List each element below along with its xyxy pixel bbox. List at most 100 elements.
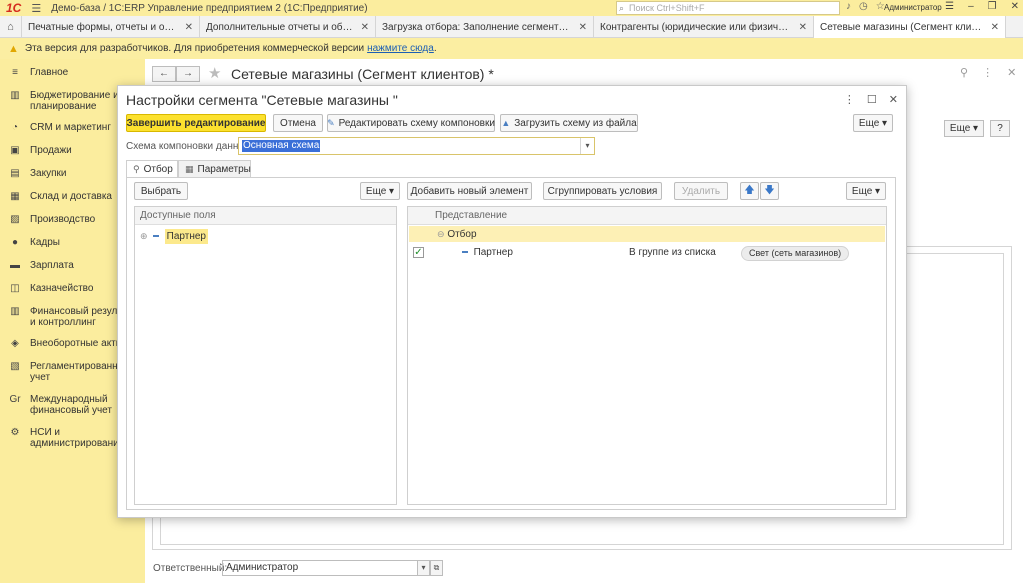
more-label: Еще — [949, 123, 971, 134]
restore-icon[interactable]: ❐ — [988, 1, 997, 12]
delete-button[interactable]: Удалить — [674, 182, 728, 200]
available-field-partner[interactable]: Партнер — [164, 229, 208, 244]
select-button[interactable]: Выбрать — [134, 182, 188, 200]
list-item[interactable]: ⊕ Партнер — [140, 229, 208, 244]
close-tab-icon[interactable]: ✕ — [579, 22, 587, 33]
move-up-button[interactable]: 🡅 — [740, 182, 759, 200]
filter-row-value[interactable]: Свет (сеть магазинов) — [741, 246, 850, 261]
main-menu-icon[interactable]: ☰ — [31, 2, 41, 15]
tab-print-forms[interactable]: Печатные формы, отчеты и обработки ✕ — [22, 16, 200, 38]
chevron-down-icon[interactable]: ▾ — [580, 138, 594, 154]
form-more-button[interactable]: Еще ▾ — [944, 120, 984, 137]
filter-group-label: Отбор — [447, 229, 477, 240]
sidebar-item-main[interactable]: ≡ Главное — [0, 67, 145, 78]
form-close-icon[interactable]: ✕ — [1007, 66, 1016, 79]
search-placeholder: Поиск Ctrl+Shift+F — [629, 3, 705, 13]
more-label: Еще — [851, 185, 873, 197]
user-name[interactable]: Администратор — [884, 3, 942, 12]
warning-icon: ▲ — [8, 42, 19, 55]
close-tab-icon[interactable]: ✕ — [991, 22, 999, 33]
global-search-input[interactable]: ⌕ Поиск Ctrl+Shift+F — [616, 1, 840, 15]
filter-row-field[interactable]: Партнер — [462, 247, 513, 258]
bell-icon[interactable]: ♪ — [846, 1, 851, 12]
dialog-controls: ⋮ ☐ ✕ — [844, 93, 898, 106]
group-conditions-button[interactable]: Сгруппировать условия — [543, 182, 662, 200]
home-icon[interactable]: ⌂ — [0, 16, 22, 38]
search-icon: ⌕ — [619, 3, 625, 13]
dev-version-banner: ▲ Эта версия для разработчиков. Для прио… — [0, 38, 1023, 59]
right-more-button[interactable]: Еще ▾ — [846, 182, 886, 200]
add-element-button[interactable]: Добавить новый элемент — [407, 182, 532, 200]
left-more-button[interactable]: Еще ▾ — [360, 182, 400, 200]
move-down-button[interactable]: 🡇 — [760, 182, 779, 200]
close-tab-icon[interactable]: ✕ — [799, 22, 807, 33]
finish-editing-button[interactable]: Завершить редактирование — [126, 114, 266, 132]
tab-label: Дополнительные отчеты и обработки — [206, 21, 355, 33]
dialog-title: Настройки сегмента "Сетевые магазины " — [126, 92, 398, 108]
history-icon[interactable]: ◷ — [859, 1, 868, 12]
sidebar-item-label: Главное — [30, 67, 69, 78]
titlebar-icons: ♪ ◷ ☆ — [846, 1, 885, 12]
close-tab-icon[interactable]: ✕ — [185, 22, 193, 33]
favorite-star-icon[interactable]: ★ — [208, 64, 221, 82]
dialog-close-icon[interactable]: ✕ — [889, 93, 898, 106]
banner-tail: . — [433, 43, 437, 54]
banner-link[interactable]: нажмите сюда — [367, 43, 434, 54]
filter-group-row[interactable]: ⊖ Отбор — [409, 226, 885, 242]
edit-icon: ✎ — [327, 117, 335, 128]
more-label: Еще — [858, 117, 880, 129]
tab-label: Параметры — [197, 163, 251, 175]
back-button[interactable]: ← — [152, 66, 176, 82]
dialog-maximize-icon[interactable]: ☐ — [867, 93, 877, 106]
settings-menu-icon[interactable]: ☰ — [945, 1, 954, 12]
schema-selected-value: Основная схема — [242, 140, 321, 152]
app-title: Демо-база / 1С:ERP Управление предприяти… — [51, 2, 368, 14]
expand-icon[interactable]: ⊕ — [140, 231, 148, 241]
more-actions-icon[interactable]: ⋮ — [982, 66, 993, 79]
edit-schema-button[interactable]: ✎ Редактировать схему компоновки — [327, 114, 495, 132]
form-title: Сетевые магазины (Сегмент клиентов) * — [231, 66, 494, 82]
help-button[interactable]: ? — [990, 120, 1010, 137]
link-icon[interactable]: ⚲ — [960, 66, 968, 79]
more-label: Еще — [365, 185, 387, 197]
filter-row-checkbox[interactable]: ✓ — [413, 247, 424, 258]
close-icon[interactable]: ✕ — [1011, 1, 1019, 12]
responsible-open-button[interactable]: ⧉ — [430, 560, 443, 576]
dialog-more-button[interactable]: Еще ▾ — [853, 114, 893, 132]
tab-counterparties[interactable]: Контрагенты (юридические или физические … — [594, 16, 814, 38]
tab-chain-stores[interactable]: Сетевые магазины (Сегмент клиентов) * ✕ — [814, 16, 1006, 38]
gear-icon: ⚙ — [10, 427, 20, 438]
open-windows-tabbar: ⌂ Печатные формы, отчеты и обработки ✕ До… — [0, 16, 1023, 38]
crm-icon: ◔ — [11, 122, 19, 133]
schema-select[interactable]: Основная схема ▾ — [238, 137, 595, 155]
filter-row-condition[interactable]: В группе из списка — [629, 247, 716, 258]
tab-filter[interactable]: ⚲ Отбор — [126, 160, 178, 178]
representation-header: Представление — [408, 207, 886, 225]
tab-label: Загрузка отбора: Заполнение сегментов па… — [382, 21, 573, 33]
collapse-icon[interactable]: ⊖ — [437, 229, 445, 239]
tab-additional-reports[interactable]: Дополнительные отчеты и обработки ✕ — [200, 16, 376, 38]
segment-settings-dialog: Настройки сегмента "Сетевые магазины " ⋮… — [117, 85, 907, 518]
forward-button[interactable]: → — [176, 66, 200, 82]
tab-label: Отбор — [143, 163, 173, 175]
tab-label: Сетевые магазины (Сегмент клиентов) * — [820, 21, 985, 33]
edit-schema-label: Редактировать схему компоновки — [338, 117, 495, 129]
load-schema-button[interactable]: ▲ Загрузить схему из файла — [500, 114, 638, 132]
minimize-icon[interactable]: – — [968, 1, 974, 12]
tab-label: Печатные формы, отчеты и обработки — [28, 21, 179, 33]
responsible-input[interactable]: Администратор — [222, 560, 418, 576]
filter-icon: ⚲ — [133, 163, 140, 174]
finance-icon: ▥ — [10, 306, 20, 317]
responsible-dropdown-button[interactable]: ▾ — [417, 560, 430, 576]
cancel-button[interactable]: Отмена — [273, 114, 323, 132]
filter-conditions-list[interactable]: Представление ⊖ Отбор ✓ Партнер В группе… — [407, 206, 887, 505]
tab-load-filter[interactable]: Загрузка отбора: Заполнение сегментов па… — [376, 16, 594, 38]
arrow-down-icon: 🡇 — [764, 184, 775, 196]
dialog-more-icon[interactable]: ⋮ — [844, 93, 855, 106]
filter-tab-panel: Выбрать Еще ▾ Добавить новый элемент Сгр… — [126, 177, 896, 510]
sales-icon: ▣ — [10, 145, 20, 156]
available-fields-list[interactable]: Доступные поля ⊕ Партнер — [134, 206, 397, 505]
title-bar: 1С ☰ Демо-база / 1С:ERP Управление предп… — [0, 0, 1023, 16]
close-tab-icon[interactable]: ✕ — [361, 22, 369, 33]
tab-parameters[interactable]: ▦ Параметры — [178, 160, 251, 178]
